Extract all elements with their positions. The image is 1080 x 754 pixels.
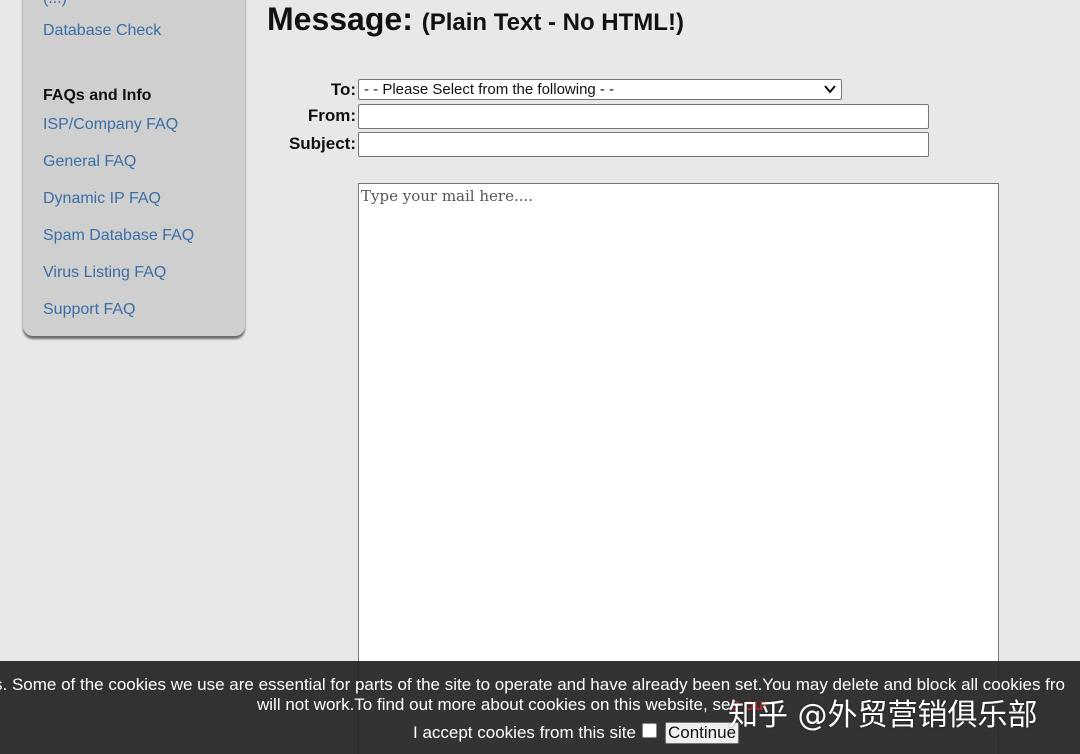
sidebar-link-general-faq[interactable]: General FAQ xyxy=(43,153,136,171)
message-placeholder: Type your mail here.... xyxy=(361,187,534,205)
to-label: To: xyxy=(330,80,356,99)
sidebar-link-dynamic-ip-faq[interactable]: Dynamic IP FAQ xyxy=(43,190,161,208)
sidebar-link-support-faq[interactable]: Support FAQ xyxy=(43,301,136,319)
subject-label: Subject: xyxy=(288,134,356,153)
watermark-text: 知乎 @外贸营销俱乐部 xyxy=(728,698,1038,733)
page-title-note: (Plain Text - No HTML!) xyxy=(421,9,684,36)
page-title: Message: (Plain Text - No HTML!) xyxy=(267,0,684,42)
chevron-down-icon xyxy=(824,85,836,94)
sidebar-link-spam-database-faq[interactable]: Spam Database FAQ xyxy=(43,227,194,245)
sidebar-heading-faqs: FAQs and Info xyxy=(43,87,152,104)
from-label: From: xyxy=(307,106,356,125)
subject-field[interactable] xyxy=(358,132,929,157)
cookie-accept-label: I accept cookies from this site xyxy=(413,723,636,742)
cookie-text-line2-body: will not work.To find out more about coo… xyxy=(257,695,731,714)
sidebar-link-database-check[interactable]: Database Check xyxy=(43,22,161,40)
to-select[interactable]: - - Please Select from the following - - xyxy=(358,79,842,100)
cookie-accept-checkbox[interactable] xyxy=(641,722,657,738)
sidebar-link-isp-company-faq[interactable]: ISP/Company FAQ xyxy=(43,116,178,134)
sidebar-link-virus-listing-faq[interactable]: Virus Listing FAQ xyxy=(43,264,166,282)
sidebar: (...) Database Check FAQs and Info ISP/C… xyxy=(23,0,245,336)
sidebar-clipped-item[interactable]: (...) xyxy=(43,0,67,8)
cookie-accept-row: I accept cookies from this site Continue xyxy=(413,722,740,744)
page-title-main: Message: xyxy=(267,1,413,37)
cookie-text-line2: will not work.To find out more about coo… xyxy=(257,695,769,715)
to-select-value: - - Please Select from the following - - xyxy=(364,81,615,98)
page: (...) Database Check FAQs and Info ISP/C… xyxy=(0,0,1080,754)
from-field[interactable] xyxy=(358,104,929,129)
